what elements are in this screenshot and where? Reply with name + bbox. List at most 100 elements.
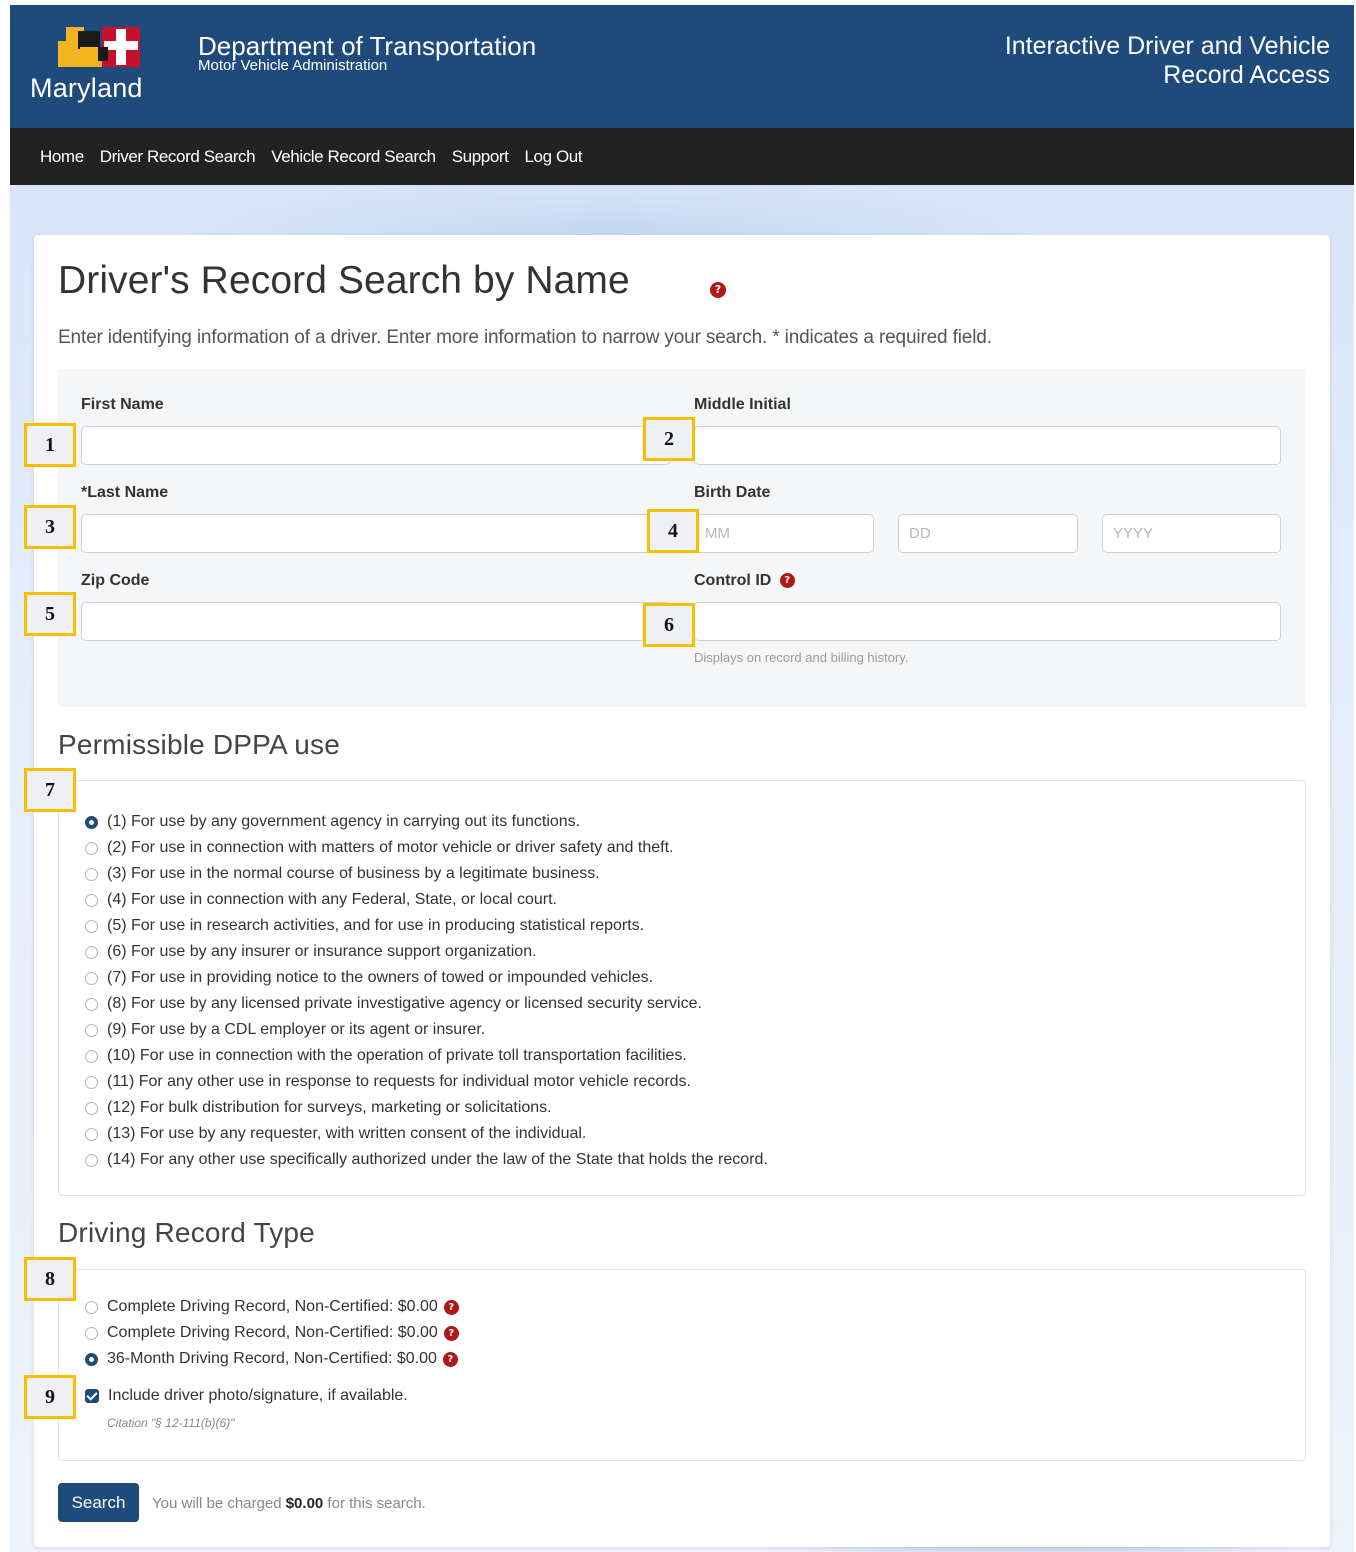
maryland-flag-icon — [58, 27, 140, 67]
dppa-radio[interactable] — [85, 971, 98, 985]
dppa-option-11[interactable]: (11) For any other use in response to re… — [85, 1069, 768, 1095]
nav-home[interactable]: Home — [40, 147, 84, 167]
dppa-radio[interactable] — [85, 945, 98, 959]
dppa-option-5[interactable]: (5) For use in research activities, and … — [85, 913, 768, 939]
last-name-label: *Last Name — [81, 484, 169, 501]
birth-year-input[interactable] — [1102, 514, 1281, 553]
dppa-radio-list: (1) For use by any government agency in … — [85, 809, 768, 1173]
dppa-option-12[interactable]: (12) For bulk distribution for surveys, … — [85, 1095, 768, 1121]
dppa-option-6[interactable]: (6) For use by any insurer or insurance … — [85, 939, 768, 965]
dppa-radio[interactable] — [85, 997, 98, 1011]
help-icon[interactable]: ? — [443, 1325, 459, 1341]
record-type-option-3[interactable]: 36-Month Driving Record, Non-Certified: … — [85, 1346, 459, 1372]
dppa-radio[interactable] — [85, 1049, 98, 1063]
dppa-option-9[interactable]: (9) For use by a CDL employer or its age… — [85, 1017, 768, 1043]
dppa-radio[interactable] — [85, 893, 98, 907]
dppa-option-label: (14) For any other use specifically auth… — [107, 1151, 768, 1168]
birth-day-input[interactable] — [898, 514, 1078, 553]
dppa-option-4[interactable]: (4) For use in connection with any Feder… — [85, 887, 768, 913]
page-frame: Maryland Department of Transportation Mo… — [10, 5, 1354, 1552]
intro-text: Enter identifying information of a drive… — [58, 327, 992, 348]
maryland-logo[interactable]: Maryland — [30, 21, 170, 111]
dppa-radio[interactable] — [85, 919, 98, 933]
nav-vehicle-record-search[interactable]: Vehicle Record Search — [271, 147, 436, 167]
record-type-radio[interactable] — [85, 1352, 98, 1366]
page-title: Driver's Record Search by Name — [58, 259, 630, 302]
dppa-option-label: (12) For bulk distribution for surveys, … — [107, 1099, 552, 1116]
first-name-input[interactable] — [81, 426, 671, 465]
middle-initial-input[interactable] — [694, 426, 1281, 465]
help-icon[interactable]: ? — [443, 1299, 459, 1315]
control-id-label-text: Control ID — [694, 572, 772, 589]
callout-marker-9: 9 — [24, 1375, 76, 1419]
record-type-radio[interactable] — [85, 1300, 98, 1314]
search-button[interactable]: Search — [58, 1483, 139, 1522]
record-type-option-label: 36-Month Driving Record, Non-Certified: … — [107, 1350, 437, 1367]
charge-text: You will be charged $0.00 for this searc… — [152, 1495, 426, 1512]
dppa-option-label: (1) For use by any government agency in … — [107, 813, 581, 830]
record-type-option-1[interactable]: Complete Driving Record, Non-Certified: … — [85, 1294, 459, 1320]
zip-code-input[interactable] — [81, 602, 671, 641]
site-header: Maryland Department of Transportation Mo… — [10, 5, 1354, 128]
record-type-radio-list: Complete Driving Record, Non-Certified: … — [85, 1294, 459, 1372]
dppa-option-13[interactable]: (13) For use by any requester, with writ… — [85, 1121, 768, 1147]
dppa-radio[interactable] — [85, 1101, 98, 1115]
nav-log-out[interactable]: Log Out — [524, 147, 582, 167]
dppa-option-8[interactable]: (8) For use by any licensed private inve… — [85, 991, 768, 1017]
help-icon[interactable]: ? — [442, 1351, 458, 1367]
app-title: Interactive Driver and Vehicle Record Ac… — [910, 32, 1330, 90]
dppa-option-label: (8) For use by any licensed private inve… — [107, 995, 702, 1012]
dppa-option-2[interactable]: (2) For use in connection with matters o… — [85, 835, 768, 861]
dppa-radio[interactable] — [85, 1075, 98, 1089]
dppa-option-label: (13) For use by any requester, with writ… — [107, 1125, 587, 1142]
dppa-option-label: (11) For any other use in response to re… — [107, 1073, 691, 1090]
app-title-line1: Interactive Driver and Vehicle — [1004, 32, 1330, 60]
first-name-label: First Name — [81, 396, 164, 413]
photo-checkbox-row[interactable]: Include driver photo/signature, if avail… — [85, 1383, 408, 1409]
dppa-radio[interactable] — [85, 1127, 98, 1141]
app-title-line2: Record Access — [1163, 61, 1330, 89]
birth-month-input[interactable] — [694, 514, 874, 553]
department-block: Department of Transportation Motor Vehic… — [198, 32, 536, 74]
dppa-option-3[interactable]: (3) For use in the normal course of busi… — [85, 861, 768, 887]
dppa-option-label: (9) For use by a CDL employer or its age… — [107, 1021, 486, 1038]
charge-prefix: You will be charged — [152, 1495, 286, 1512]
nav-support[interactable]: Support — [452, 147, 509, 167]
dppa-option-label: (7) For use in providing notice to the o… — [107, 969, 654, 986]
record-type-heading: Driving Record Type — [58, 1217, 315, 1248]
record-type-option-2[interactable]: Complete Driving Record, Non-Certified: … — [85, 1320, 459, 1346]
dppa-options-box: (1) For use by any government agency in … — [58, 780, 1306, 1196]
control-id-input[interactable] — [694, 602, 1281, 641]
help-icon[interactable]: ? — [779, 573, 795, 589]
dppa-option-label: (10) For use in connection with the oper… — [107, 1047, 687, 1064]
callout-marker-6: 6 — [643, 603, 695, 647]
dppa-option-label: (6) For use by any insurer or insurance … — [107, 943, 537, 960]
logo-text: Maryland — [30, 73, 143, 103]
dppa-radio[interactable] — [85, 815, 98, 829]
record-type-option-label: Complete Driving Record, Non-Certified: … — [107, 1324, 438, 1341]
dppa-radio[interactable] — [85, 1153, 98, 1167]
citation-text: Citation "§ 12-111(b)(6)" — [107, 1416, 235, 1430]
dppa-radio[interactable] — [85, 867, 98, 881]
record-type-option-label: Complete Driving Record, Non-Certified: … — [107, 1298, 438, 1315]
dppa-option-7[interactable]: (7) For use in providing notice to the o… — [85, 965, 768, 991]
department-title: Department of Transportation — [198, 31, 537, 61]
last-name-input[interactable] — [81, 514, 671, 553]
dppa-option-10[interactable]: (10) For use in connection with the oper… — [85, 1043, 768, 1069]
callout-marker-3: 3 — [24, 505, 76, 549]
dppa-option-1[interactable]: (1) For use by any government agency in … — [85, 809, 768, 835]
main-nav: Home Driver Record Search Vehicle Record… — [10, 128, 1354, 185]
dppa-option-label: (4) For use in connection with any Feder… — [107, 891, 557, 908]
zip-code-label: Zip Code — [81, 572, 150, 589]
dppa-radio[interactable] — [85, 841, 98, 855]
dppa-option-14[interactable]: (14) For any other use specifically auth… — [85, 1147, 768, 1173]
callout-marker-8: 8 — [24, 1257, 76, 1301]
dppa-radio[interactable] — [85, 1023, 98, 1037]
callout-marker-1: 1 — [24, 423, 76, 467]
help-icon[interactable]: ? — [710, 282, 726, 298]
birth-date-label: Birth Date — [694, 484, 771, 501]
record-type-radio[interactable] — [85, 1326, 98, 1340]
callout-marker-4: 4 — [647, 509, 699, 553]
nav-driver-record-search[interactable]: Driver Record Search — [100, 147, 256, 167]
photo-checkbox[interactable] — [85, 1389, 99, 1403]
